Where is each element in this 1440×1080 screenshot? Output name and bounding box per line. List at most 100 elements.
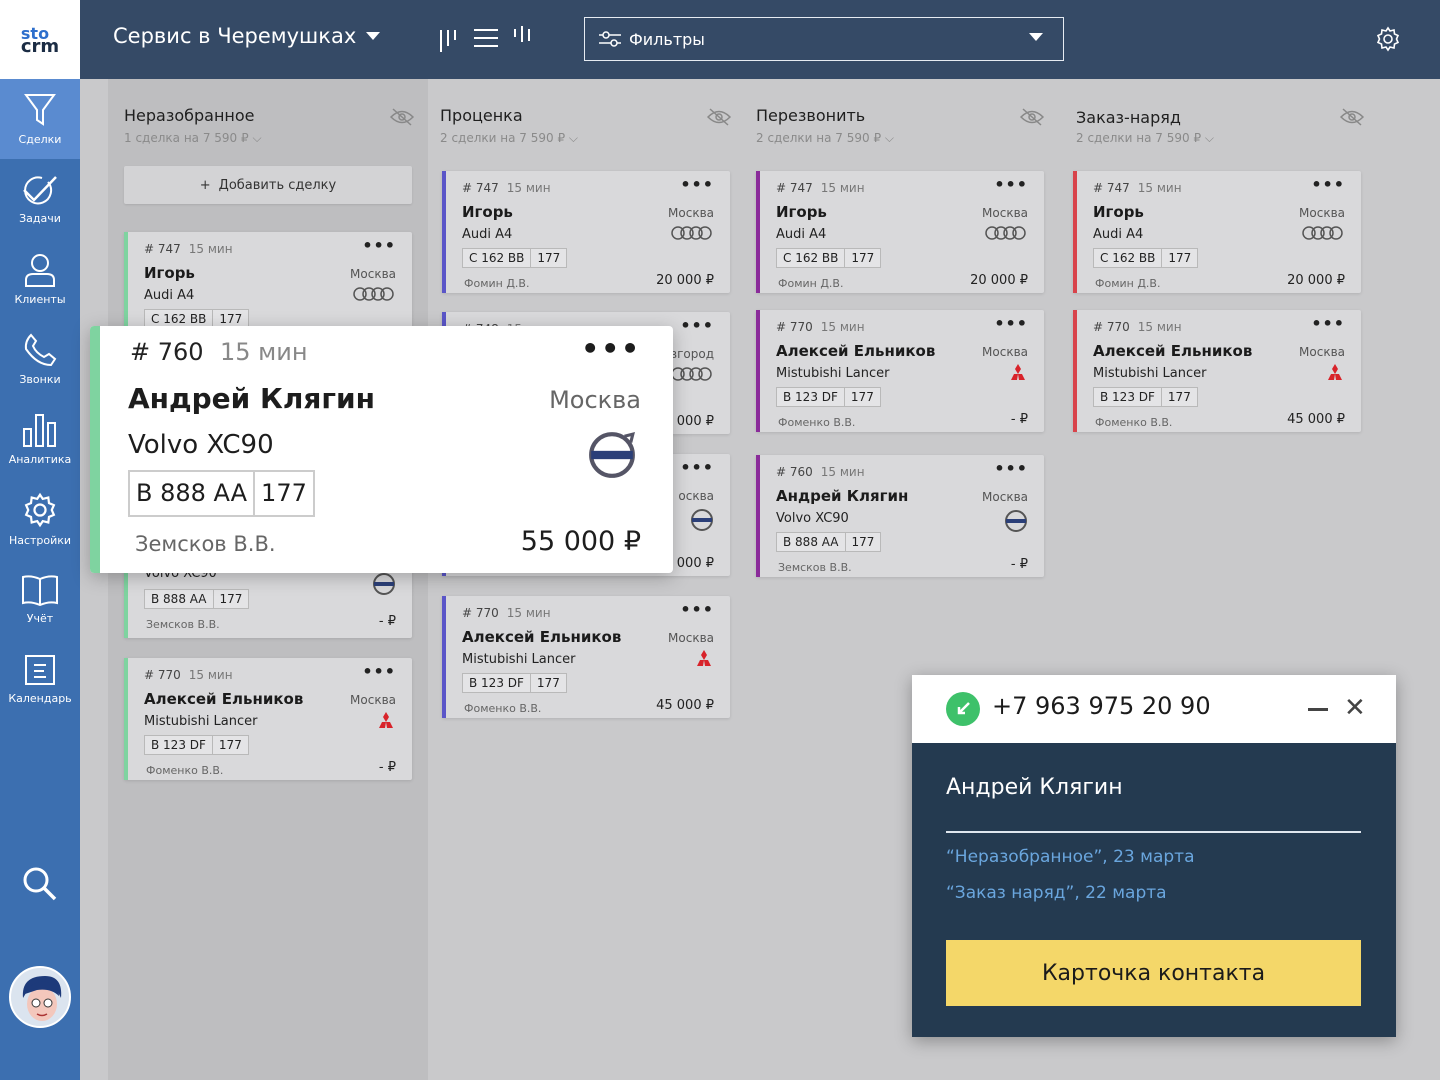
divider: [946, 831, 1361, 833]
add-deal-button[interactable]: + Добавить сделку: [124, 166, 412, 204]
more-icon[interactable]: •••: [362, 662, 396, 681]
column-subtitle[interactable]: 2 сделки на 7 590 ₽ ⌵: [440, 131, 578, 146]
volvo-logo-icon: [372, 572, 396, 599]
funnel-icon: [24, 93, 56, 126]
license-plate: B 888 AA 177: [776, 532, 882, 552]
column-subtitle[interactable]: 2 сделки на 7 590 ₽ ⌵: [1076, 131, 1214, 146]
audi-logo-icon: [670, 366, 714, 385]
deal-history-link[interactable]: “Неразобранное”, 23 марта: [946, 847, 1194, 867]
phone-icon: [24, 333, 57, 366]
column-subtitle[interactable]: 1 сделка на 7 590 ₽ ⌵: [124, 131, 262, 146]
column-title: Проценка: [440, 106, 523, 125]
deal-card[interactable]: # 770 15 мин ••• Алексей Ельников Москва …: [442, 596, 730, 718]
license-plate: B 888 AA 177: [144, 589, 250, 609]
column-title: Перезвонить: [756, 106, 866, 125]
volvo-logo-icon: [587, 430, 637, 484]
more-icon[interactable]: •••: [581, 332, 641, 365]
license-plate: C 162 BB 177: [462, 248, 568, 268]
logo[interactable]: sto crm: [0, 0, 80, 79]
search-icon[interactable]: [22, 866, 58, 906]
more-icon[interactable]: •••: [994, 175, 1028, 194]
company-selector[interactable]: Сервис в Черемушках: [113, 24, 381, 48]
audi-logo-icon: [1301, 225, 1345, 244]
mitsubishi-logo-icon: [1325, 364, 1345, 385]
deal-card[interactable]: # 770 15 мин ••• Алексей Ельников Москва …: [1073, 310, 1361, 432]
kanban-view-icon[interactable]: [438, 26, 460, 52]
timeline-view-icon[interactable]: [512, 26, 534, 52]
check-icon: [23, 175, 57, 204]
deal-history-link[interactable]: “Заказ наряд”, 22 марта: [946, 883, 1167, 903]
more-icon[interactable]: •••: [994, 459, 1028, 478]
hide-eye-icon[interactable]: [389, 108, 415, 130]
chevron-down-icon: [1029, 33, 1043, 41]
deal-card[interactable]: # 760 15 мин ••• Андрей Клягин Москва Vol…: [756, 455, 1044, 577]
user-icon: [25, 253, 55, 287]
caller-number: +7 963 975 20 90: [992, 692, 1211, 720]
mitsubishi-logo-icon: [1008, 364, 1028, 385]
volvo-logo-icon: [1004, 509, 1028, 536]
sidebar-item-deals[interactable]: Сделки: [0, 79, 80, 159]
hide-eye-icon[interactable]: [706, 108, 732, 130]
filters-dropdown[interactable]: Фильтры: [584, 17, 1064, 61]
chevron-down-icon: [366, 32, 381, 40]
more-icon[interactable]: •••: [1311, 314, 1345, 333]
deal-card[interactable]: # 770 15 мин ••• Алексей Ельников Москва …: [124, 658, 412, 780]
more-icon[interactable]: •••: [680, 600, 714, 619]
sidebar-item-clients[interactable]: Клиенты: [0, 239, 80, 319]
gear-icon: [24, 492, 56, 527]
column-title: Заказ-наряд: [1076, 108, 1181, 127]
sidebar-item-settings[interactable]: Настройки: [0, 479, 80, 559]
minimize-icon[interactable]: [1308, 708, 1328, 711]
more-icon[interactable]: •••: [1311, 175, 1345, 194]
call-header: +7 963 975 20 90 ✕: [912, 675, 1396, 743]
dragged-deal-card[interactable]: # 760 15 мин ••• Андрей Клягин Москва Vo…: [90, 326, 673, 573]
mitsubishi-logo-icon: [376, 712, 396, 733]
audi-logo-icon: [352, 286, 396, 305]
license-plate: B 888 AA 177: [128, 470, 315, 517]
more-icon[interactable]: •••: [994, 314, 1028, 333]
sliders-icon: [599, 31, 621, 47]
avatar[interactable]: [9, 966, 71, 1028]
sidebar-item-tasks[interactable]: Задачи: [0, 159, 80, 239]
filters-label: Фильтры: [629, 29, 705, 49]
license-plate: B 123 DF 177: [776, 387, 881, 407]
column-title: Неразобранное: [124, 106, 255, 125]
list-view-icon[interactable]: [474, 26, 498, 52]
sidebar-item-analytics[interactable]: Аналитика: [0, 399, 80, 479]
mitsubishi-logo-icon: [694, 650, 714, 671]
book-icon: [22, 574, 58, 606]
caller-name: Андрей Клягин: [946, 775, 1123, 800]
calendar-icon: [25, 654, 55, 685]
company-name: Сервис в Черемушках: [113, 24, 357, 48]
license-plate: B 123 DF 177: [1093, 387, 1198, 407]
sidebar-item-calls[interactable]: Звонки: [0, 319, 80, 399]
hide-eye-icon[interactable]: [1019, 108, 1045, 130]
contact-card-button[interactable]: Карточка контакта: [946, 940, 1361, 1006]
license-plate: C 162 BB 177: [1093, 248, 1199, 268]
deal-card[interactable]: # 770 15 мин ••• Алексей Ельников Москва …: [756, 310, 1044, 432]
license-plate: C 162 BB 177: [776, 248, 882, 268]
bar-chart-icon: [23, 413, 56, 447]
license-plate: B 123 DF 177: [144, 735, 249, 755]
deal-card[interactable]: # 747 15 мин ••• Игорь Москва Audi A4 C 1…: [442, 171, 730, 293]
close-icon[interactable]: ✕: [1344, 695, 1366, 721]
audi-logo-icon: [984, 225, 1028, 244]
view-switcher: [438, 26, 534, 52]
plus-icon: +: [199, 177, 211, 193]
more-icon[interactable]: •••: [680, 316, 714, 335]
more-icon[interactable]: •••: [362, 236, 396, 255]
hide-eye-icon[interactable]: [1339, 108, 1365, 130]
more-icon[interactable]: •••: [680, 175, 714, 194]
audi-logo-icon: [670, 225, 714, 244]
deal-card[interactable]: # 747 15 мин ••• Игорь Москва Audi A4 C 1…: [1073, 171, 1361, 293]
sidebar-item-accounting[interactable]: Учёт: [0, 559, 80, 639]
sidebar-item-calendar[interactable]: Календарь: [0, 639, 80, 719]
incoming-call-icon: [946, 692, 980, 726]
more-icon[interactable]: •••: [680, 458, 714, 477]
incoming-call-panel: +7 963 975 20 90 ✕ Андрей Клягин “Неразо…: [912, 675, 1396, 1037]
license-plate: B 123 DF 177: [462, 673, 567, 693]
settings-gear-icon[interactable]: [1375, 26, 1401, 56]
deal-card[interactable]: # 747 15 мин ••• Игорь Москва Audi A4 C 1…: [756, 171, 1044, 293]
column-subtitle[interactable]: 2 сделки на 7 590 ₽ ⌵: [756, 131, 894, 146]
volvo-logo-icon: [690, 508, 714, 535]
